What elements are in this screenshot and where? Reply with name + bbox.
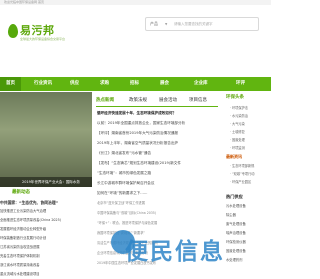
list-item[interactable]: 以前！2019年全国重点排放企业，国家生态环境部分析 (97, 118, 221, 128)
list-item[interactable]: 2019年上半年，湖南省空气质量状况分析报告出炉 (97, 138, 221, 148)
top-strip: 欢迎光临中国环保设备网 首页 (0, 0, 271, 5)
tab-events[interactable]: 展会活动 (159, 96, 177, 106)
sidebar-link[interactable]: · “双碳”专项行动 (224, 170, 271, 178)
search-category[interactable]: 产品 (150, 18, 158, 30)
site-logo[interactable]: 易污邦 全球最大的环保设备综合交易平台 (2, 10, 72, 41)
logo-name: 易污邦 (20, 24, 55, 37)
list-item[interactable]: 重点流域污水处理建设项目 (0, 270, 92, 279)
nav-item-demand[interactable]: 求购 (100, 77, 109, 91)
banner-caption[interactable]: 2019年世界环保产业大会：国际水务 (0, 177, 92, 187)
latest-updates: 最新动态 中共国家：“生态优先、协同治理” 加快推进工业污染防治大气治理 全面推… (0, 187, 92, 279)
list-item[interactable]: 噪声治理设备 (224, 229, 271, 238)
sidebar-link[interactable]: · 大气污染 (224, 120, 271, 128)
list-item[interactable]: 中国环保装备与“双碳”目标(China 2035) (97, 208, 221, 218)
list-item[interactable]: 环保装备制造行业发展行动计划 (0, 234, 92, 243)
sidebar-link[interactable]: · 环保产业园区 (224, 178, 271, 186)
watermark: 便民信息 (111, 228, 230, 265)
nav-item-companies[interactable]: 企业库 (194, 77, 208, 91)
list-item[interactable]: 北京市“蓝天保卫战”环保工作进展 (97, 198, 221, 208)
sidebar-section-heading: 最新资讯 (226, 154, 242, 159)
list-item[interactable]: 固废处理设备 (224, 247, 271, 256)
logo-tagline: 全球最大的环保设备综合交易平台 (20, 37, 66, 41)
hot-supply: 热门供应 污水处理设备 除尘器 废气处理设备 噪声治理设备 环保检测仪器 固废处… (224, 192, 271, 265)
banner-image[interactable]: 2019年世界环保产业大会：国际水务 (0, 92, 92, 187)
water-drop-icon (8, 24, 18, 38)
nav-item-supply[interactable]: 供应 (70, 77, 79, 91)
list-item[interactable]: 全面推进生态环境质量改善(China 2025) (0, 216, 92, 225)
nav-item-expo[interactable]: 展会 (160, 77, 169, 91)
search-box[interactable]: 产品 ▼ 请输入您要查找的关键字 (145, 17, 259, 31)
featured-headline[interactable]: 中共国家：“生态优先、协同治理” (0, 199, 92, 207)
nav-item-news[interactable]: 行业资讯 (34, 77, 52, 91)
list-item[interactable]: 如何在“环境”的新要求之下…… (97, 188, 221, 198)
list-item[interactable]: 加快推进工业污染防治大气治理 (0, 207, 92, 216)
list-item[interactable]: “环保+”：联合，推进环境保护与绿色发展 (97, 218, 221, 228)
list-item[interactable]: 【发布】“生态铸芯”规划生态环境建设(2019)新文件 (97, 158, 221, 168)
section-heading: 最新动态 (12, 190, 30, 195)
list-item[interactable]: 《长江》湖北省发布“污水管”通告 (97, 148, 221, 158)
list-item[interactable]: 环保检测仪器 (224, 238, 271, 247)
list-item[interactable]: 江苏省污染防治攻坚战进展 (0, 243, 92, 252)
main-nav: 首页 行业资讯 供应 求购 招标 展会 企业库 环评 (0, 77, 271, 91)
list-item[interactable]: 长江中游城市群环境保护局召开会议 (97, 178, 221, 188)
tab-hot-news[interactable]: 热点新闻 (96, 96, 114, 106)
section-heading: 热门供应 (226, 194, 243, 199)
sidebar-top: 环保头条 · 环境保护法 · 水污染防治 · 大气污染 · 土壤修复 · 固废处… (224, 92, 271, 186)
nav-item-eia[interactable]: 环评 (236, 77, 245, 91)
sidebar-heading: 环保头条 (226, 95, 244, 100)
chevron-down-icon[interactable]: ▼ (165, 18, 167, 30)
top-strip-text: 欢迎光临中国环保设备网 首页 (4, 0, 44, 4)
list-item[interactable]: 【环评】湖南省首份2019年大气污染防治情况通报 (97, 128, 221, 138)
sidebar-link[interactable]: · 生态环境部新规 (224, 162, 271, 170)
search-input[interactable]: 请输入您要查找的关键字 (174, 18, 213, 30)
nav-item-home[interactable]: 首页 (0, 77, 21, 91)
sidebar-link[interactable]: · 水污染防治 (224, 112, 271, 120)
sidebar-link[interactable]: · 环境监测 (224, 144, 271, 152)
list-item[interactable]: 水处理药剂 (224, 256, 271, 265)
list-item[interactable]: 废气处理设备 (224, 220, 271, 229)
sidebar-link[interactable]: · 环境保护法 (224, 104, 271, 112)
tab-policy[interactable]: 政策法规 (129, 96, 147, 106)
list-item[interactable]: 完善生态环境保护体制机制 (0, 252, 92, 261)
list-item[interactable]: 污水处理设备 (224, 202, 271, 211)
list-item[interactable]: 循环经济快速发展十年，生态环境保护成效如何？ (97, 108, 221, 118)
sidebar-link[interactable]: · 固废处理 (224, 136, 271, 144)
news-tabs: 热点新闻 政策法规 展会活动 项目信息 (96, 96, 218, 107)
watermark-text: 便民信息 (125, 239, 225, 265)
tab-projects[interactable]: 项目信息 (189, 96, 207, 106)
list-item[interactable]: “生态环境”：城市的绿色发展之路 (97, 168, 221, 178)
nav-item-bidding[interactable]: 招标 (130, 77, 139, 91)
list-item[interactable]: 除尘器 (224, 211, 271, 220)
sidebar-link[interactable]: · 土壤修复 (224, 128, 271, 136)
list-item[interactable]: 发展循环经济推动企业转型升级 (0, 225, 92, 234)
